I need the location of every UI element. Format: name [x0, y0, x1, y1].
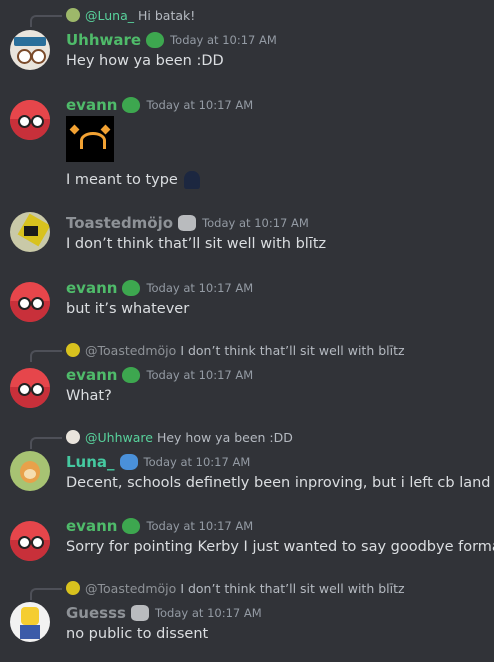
- timestamp: Today at 10:17 AM: [143, 455, 251, 469]
- evann-avatar[interactable]: [10, 368, 50, 408]
- evann-avatar[interactable]: [10, 282, 50, 322]
- message-text: Sorry for pointing Kerby I just wanted t…: [66, 539, 494, 555]
- timestamp: Today at 10:17 AM: [170, 33, 277, 47]
- evann-avatar[interactable]: [10, 100, 50, 140]
- message-text: Hey how ya been :DD: [66, 53, 224, 69]
- message-text: Decent, schools definetly been inproving…: [66, 475, 491, 491]
- frog-badge-icon: [122, 367, 141, 383]
- reply-author[interactable]: @Toastedmöjo: [85, 581, 176, 596]
- author-name[interactable]: Luna_: [66, 453, 115, 471]
- message-text: I don’t think that’ll sit well with blīt…: [66, 236, 327, 252]
- reply-text: Hi batak!: [138, 7, 196, 23]
- sticker-image[interactable]: [66, 116, 114, 162]
- toastedmojo-mini-avatar-icon: [66, 343, 80, 357]
- shield-badge-icon: [130, 605, 149, 621]
- author-name[interactable]: evann: [66, 96, 117, 114]
- reply-text: I don’t think that’ll sit well with blīt…: [180, 342, 405, 358]
- author-name[interactable]: evann: [66, 279, 117, 297]
- reply-author[interactable]: @Uhhware: [85, 430, 153, 445]
- timestamp: Today at 10:17 AM: [146, 98, 254, 112]
- author-name[interactable]: Guesss: [66, 604, 126, 622]
- timestamp: Today at 10:17 AM: [146, 519, 254, 533]
- reply-preview[interactable]: @Toastedmöjo I don’t think that’ll sit w…: [30, 580, 405, 600]
- frog-badge-icon: [122, 518, 141, 534]
- dragon-badge-icon: [119, 454, 138, 470]
- reply-author[interactable]: @Toastedmöjo: [85, 343, 176, 358]
- author-name[interactable]: evann: [66, 366, 117, 384]
- message-text: What?: [66, 388, 112, 404]
- luna-mini-avatar-icon: [66, 8, 80, 22]
- shield-badge-icon: [178, 215, 197, 231]
- evann-avatar[interactable]: [10, 521, 50, 561]
- message-text: I meant to type: [66, 172, 178, 188]
- uhhware-mini-avatar-icon: [66, 430, 80, 444]
- reply-text: I don’t think that’ll sit well with blīt…: [180, 580, 405, 596]
- reply-preview[interactable]: @Toastedmöjo I don’t think that’ll sit w…: [30, 342, 405, 362]
- frog-badge-icon: [122, 97, 141, 113]
- timestamp: Today at 10:17 AM: [146, 281, 254, 295]
- frog-badge-icon: [122, 280, 141, 296]
- timestamp: Today at 10:17 AM: [146, 368, 254, 382]
- reply-text: Hey how ya been :DD: [156, 429, 293, 445]
- frog-badge-icon: [146, 32, 165, 48]
- author-name[interactable]: Toastedmöjo: [66, 214, 173, 232]
- message-text: no public to dissent: [66, 626, 209, 642]
- timestamp: Today at 10:17 AM: [202, 216, 309, 230]
- uhhware-avatar[interactable]: [10, 30, 50, 70]
- reply-preview[interactable]: @Uhhware Hey how ya been :DD: [30, 429, 293, 449]
- author-name[interactable]: Uhhware: [66, 31, 141, 49]
- message-text: but it’s whatever: [66, 301, 190, 317]
- author-name[interactable]: evann: [66, 517, 117, 535]
- silhouette-emoji-icon: [183, 171, 200, 189]
- timestamp: Today at 10:17 AM: [154, 606, 262, 620]
- reply-author[interactable]: @Luna_: [85, 8, 134, 23]
- luna-avatar[interactable]: [10, 451, 50, 491]
- toastedmojo-avatar[interactable]: [10, 212, 50, 252]
- guesss-avatar[interactable]: [10, 602, 50, 642]
- toastedmojo-mini-avatar-icon: [66, 581, 80, 595]
- reply-preview[interactable]: @Luna_ Hi batak!: [30, 7, 196, 27]
